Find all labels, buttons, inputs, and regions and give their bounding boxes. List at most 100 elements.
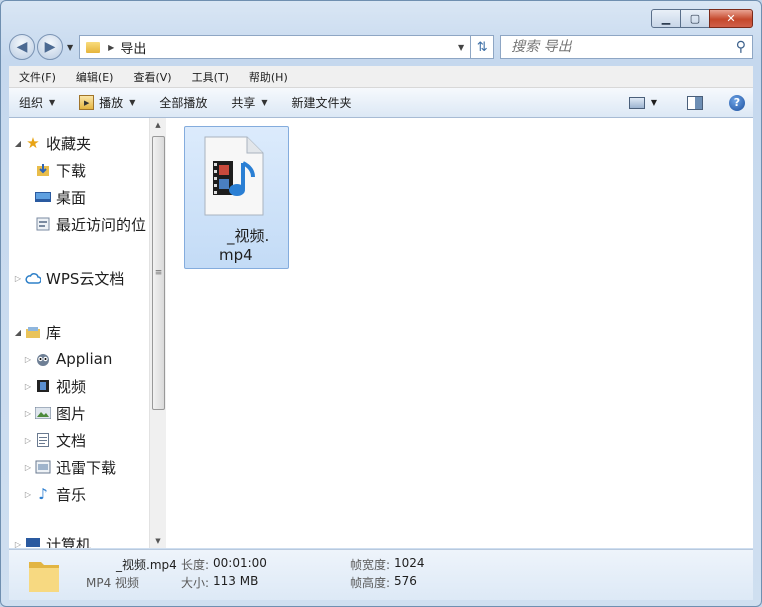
- address-dropdown-icon[interactable]: ▼: [458, 43, 464, 52]
- nav-recent-places[interactable]: 最近访问的位: [23, 212, 146, 236]
- preview-pane-icon[interactable]: [687, 95, 703, 110]
- picture-library-icon: [35, 406, 51, 420]
- file-list-area[interactable]: _视频. mp4: [166, 118, 753, 548]
- back-button[interactable]: ◀: [9, 34, 35, 60]
- details-width-value: 1024: [394, 556, 425, 570]
- help-icon[interactable]: ?: [729, 94, 745, 111]
- cloud-icon: [25, 271, 41, 285]
- xunlei-folder-icon: [35, 460, 51, 474]
- collapse-arrow-icon[interactable]: ◢: [13, 139, 23, 148]
- maximize-button[interactable]: ▢: [681, 9, 709, 28]
- menu-file[interactable]: 文件(F): [19, 69, 56, 85]
- new-folder-label: 新建文件夹: [291, 96, 352, 110]
- details-width-label: 帧宽度:: [350, 558, 391, 572]
- nav-music[interactable]: ▷ ♪ 音乐: [23, 482, 86, 506]
- recent-pages-dropdown[interactable]: ▼: [67, 43, 73, 52]
- navigation-scrollbar[interactable]: ▲ ≡ ▼: [149, 118, 166, 548]
- menu-view[interactable]: 查看(V): [133, 69, 171, 85]
- video-library-icon: [35, 379, 51, 393]
- nav-label: 最近访问的位: [56, 215, 147, 234]
- nav-pictures[interactable]: ▷ 图片: [23, 401, 86, 425]
- close-button[interactable]: ✕: [709, 9, 753, 28]
- forward-button[interactable]: ▶: [37, 34, 63, 60]
- organize-button[interactable]: 组织 ▼: [19, 94, 55, 111]
- nav-computer[interactable]: ▷ 计算机: [13, 532, 92, 549]
- expand-arrow-icon[interactable]: ▷: [23, 436, 33, 445]
- minimize-button[interactable]: ▁: [651, 9, 681, 28]
- nav-label: 桌面: [56, 188, 87, 207]
- expand-arrow-icon[interactable]: ▷: [13, 274, 23, 283]
- play-all-label: 全部播放: [159, 96, 208, 110]
- scrollbar-thumb[interactable]: ≡: [152, 136, 165, 410]
- dropdown-arrow-icon: ▼: [129, 98, 136, 107]
- nav-wps-cloud[interactable]: ▷ WPS云文档: [13, 266, 124, 290]
- expand-arrow-icon[interactable]: ▷: [23, 382, 33, 391]
- music-note-icon: ♪: [38, 485, 48, 503]
- expand-arrow-icon[interactable]: ▷: [23, 490, 33, 499]
- search-box[interactable]: ⚲: [500, 35, 753, 59]
- navigation-bar: ◀ ▶ ▼ ▶ 导出 ▼ ⇅ ⚲: [9, 34, 753, 60]
- download-folder-icon: [35, 163, 51, 177]
- back-arrow-icon: ◀: [16, 39, 28, 55]
- nav-applian[interactable]: ▷ Applian: [23, 347, 112, 371]
- details-pane: _视频.mp4 MP4 视频 长度: 00:01:00 大小: 113 MB 帧…: [9, 549, 753, 600]
- expand-arrow-icon[interactable]: ▷: [23, 463, 33, 472]
- forward-arrow-icon: ▶: [44, 39, 56, 55]
- nav-label: 库: [46, 323, 62, 342]
- file-name[interactable]: _视频. mp4: [185, 227, 288, 265]
- search-icon[interactable]: ⚲: [736, 39, 746, 55]
- menu-bar: 文件(F) 编辑(E) 查看(V) 工具(T) 帮助(H): [9, 66, 753, 88]
- file-name-line2: mp4: [219, 246, 253, 264]
- folder-thumbnail-icon: [29, 562, 59, 592]
- library-icon: [25, 325, 41, 339]
- refresh-button[interactable]: ⇅: [471, 35, 495, 59]
- play-button[interactable]: ▶ 播放 ▼: [79, 94, 135, 111]
- scroll-up-arrow-icon[interactable]: ▲: [150, 118, 166, 132]
- nav-libraries[interactable]: ◢ 库: [13, 320, 61, 344]
- nav-documents[interactable]: ▷ 文档: [23, 428, 86, 452]
- computer-icon: [25, 537, 41, 548]
- change-view-icon[interactable]: [628, 96, 645, 109]
- nav-label: 音乐: [56, 485, 87, 504]
- new-folder-button[interactable]: 新建文件夹: [292, 94, 352, 111]
- menu-help[interactable]: 帮助(H): [249, 69, 288, 85]
- share-button[interactable]: 共享 ▼: [231, 94, 267, 111]
- file-item[interactable]: _视频. mp4: [184, 126, 289, 269]
- folder-icon: [86, 41, 101, 53]
- nav-xunlei-downloads[interactable]: ▷ 迅雷下载: [23, 455, 116, 479]
- nav-downloads[interactable]: 下载: [23, 158, 86, 182]
- play-label: 播放: [99, 96, 124, 110]
- menu-tools[interactable]: 工具(T): [192, 69, 229, 85]
- nav-label: 视频: [56, 377, 87, 396]
- details-file-name: _视频.mp4: [116, 558, 177, 572]
- explorer-window: ▁ ▢ ✕ ◀ ▶ ▼ ▶ 导出 ▼ ⇅ ⚲ 文件(F) 编辑(E) 查看(V)…: [0, 0, 762, 607]
- nav-desktop[interactable]: 桌面: [23, 185, 86, 209]
- details-size-label: 大小:: [181, 576, 210, 590]
- breadcrumb-chevron-icon[interactable]: ▶: [108, 43, 114, 52]
- address-bar[interactable]: ▶ 导出 ▼: [79, 35, 472, 59]
- owl-icon: [35, 352, 51, 366]
- nav-videos[interactable]: ▷ 视频: [23, 374, 86, 398]
- search-input[interactable]: [501, 38, 736, 56]
- view-dropdown-icon[interactable]: ▼: [651, 98, 657, 107]
- nav-label: 图片: [56, 404, 87, 423]
- play-all-button[interactable]: 全部播放: [159, 94, 207, 111]
- expand-arrow-icon[interactable]: ▷: [23, 355, 33, 364]
- nav-label: 文档: [56, 431, 87, 450]
- details-length-value: 00:01:00: [213, 556, 267, 570]
- menu-edit[interactable]: 编辑(E): [76, 69, 114, 85]
- nav-favorites[interactable]: ◢ ★ 收藏夹: [13, 131, 91, 155]
- file-name-line1: _视频.: [227, 227, 270, 245]
- video-file-icon: [204, 136, 264, 216]
- address-path[interactable]: 导出: [120, 38, 458, 57]
- expand-arrow-icon[interactable]: ▷: [13, 540, 23, 549]
- scroll-down-arrow-icon[interactable]: ▼: [150, 534, 166, 548]
- expand-arrow-icon[interactable]: ▷: [23, 409, 33, 418]
- nav-label: WPS云文档: [46, 269, 125, 288]
- star-icon: ★: [26, 134, 40, 152]
- nav-label: 迅雷下载: [56, 458, 117, 477]
- details-height-value: 576: [394, 574, 417, 588]
- nav-label: 计算机: [46, 535, 92, 549]
- document-library-icon: [35, 433, 51, 447]
- collapse-arrow-icon[interactable]: ◢: [13, 328, 23, 337]
